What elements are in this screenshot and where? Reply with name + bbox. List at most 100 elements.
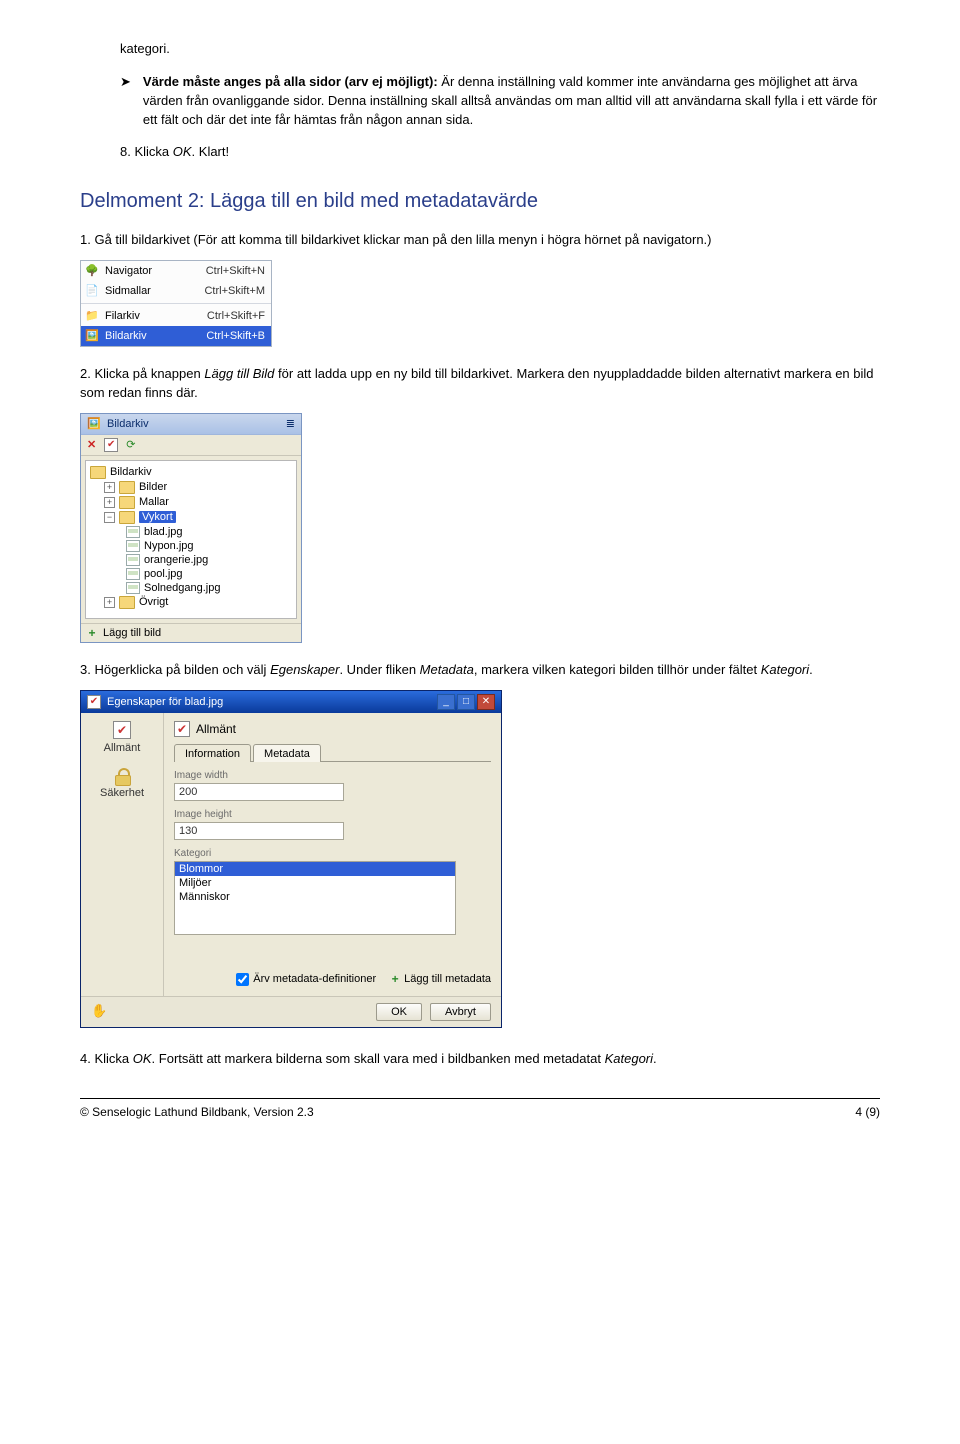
ok-button[interactable]: OK [376,1003,422,1021]
inherit-checkbox[interactable]: Ärv metadata-definitioner [236,973,376,986]
folder-icon [119,496,135,509]
folder-icon [119,511,135,524]
menu-shortcut: Ctrl+Skift+F [207,310,265,322]
step-1: 1. Gå till bildarkivet (För att komma ti… [80,231,880,250]
footer-left: © Senselogic Lathund Bildbank, Version 2… [80,1105,314,1119]
help-icon[interactable] [91,1004,107,1020]
dialog-sidebar: ✔ Allmänt Säkerhet [81,713,164,996]
step8-text: 8. Klicka [120,144,173,159]
dialog-icon: ✔ [87,695,101,709]
dialog-content: ✔ Allmänt Information Metadata Image wid… [164,713,501,996]
kategori-option[interactable]: Blommor [175,862,455,876]
expand-icon[interactable]: + [104,497,115,508]
field-image-height: Image height 130 [174,809,491,840]
tree-root[interactable]: Bildarkiv [90,465,292,480]
navigator-context-menu: 🌳 Navigator Ctrl+Skift+N 📄 Sidmallar Ctr… [80,260,272,347]
refresh-icon[interactable]: ⟳ [126,438,135,452]
tree-file[interactable]: orangerie.jpg [126,553,292,567]
heading-delmoment2: Delmoment 2: Lägga till en bild med meta… [80,190,880,213]
field-kategori: Kategori Blommor Miljöer Människor [174,848,491,935]
minimize-button[interactable]: _ [437,694,455,710]
image-width-input[interactable]: 200 [174,783,344,801]
panel-footer: + Lägg till bild [81,623,301,642]
tree-file[interactable]: Solnedgang.jpg [126,581,292,595]
kategori-option[interactable]: Människor [175,890,455,904]
menu-label: Filarkiv [105,310,201,322]
step-3: 3. Högerklicka på bilden och välj Egensk… [80,661,880,680]
properties-icon[interactable]: ✔ [104,438,118,452]
properties-dialog: ✔ Egenskaper för blad.jpg _ □ ✕ ✔ Allmän… [80,690,502,1028]
cancel-button[interactable]: Avbryt [430,1003,491,1021]
tab-metadata[interactable]: Metadata [253,744,321,762]
text-kategori: kategori. [120,40,880,59]
menu-shortcut: Ctrl+Skift+B [206,330,265,342]
add-icon: + [390,974,400,984]
image-file-icon [126,582,140,594]
step8-ok: OK [173,144,192,159]
step-2: 2. Klicka på knappen Lägg till Bild för … [80,365,880,403]
panel-menu-icon[interactable]: ≣ [286,417,295,430]
tree-file[interactable]: pool.jpg [126,567,292,581]
kategori-listbox[interactable]: Blommor Miljöer Människor [174,861,456,935]
image-archive-icon: 🖼️ [87,417,101,431]
folder-icon [119,481,135,494]
tab-information[interactable]: Information [174,744,251,762]
menu-label: Bildarkiv [105,330,200,342]
expand-icon[interactable]: + [104,482,115,493]
tree-folder-ovrigt[interactable]: + Övrigt [104,595,292,610]
menu-shortcut: Ctrl+Skift+N [206,265,265,277]
menu-label: Sidmallar [105,285,198,297]
navigator-icon: 🌳 [85,264,99,278]
footer-right: 4 (9) [855,1105,880,1119]
image-file-icon [126,568,140,580]
field-image-width: Image width 200 [174,770,491,801]
panel-tree: Bildarkiv + Bilder + Mallar − Vykort bla… [85,460,297,619]
bildarkiv-panel: 🖼️ Bildarkiv ≣ ✕ ✔ ⟳ Bildarkiv + Bilder … [80,413,302,643]
menu-item-navigator[interactable]: 🌳 Navigator Ctrl+Skift+N [81,261,271,281]
close-button[interactable]: ✕ [477,694,495,710]
menu-item-sidmallar[interactable]: 📄 Sidmallar Ctrl+Skift+M [81,281,271,301]
menu-divider [81,303,271,304]
tree-file[interactable]: blad.jpg [126,525,292,539]
delete-icon[interactable]: ✕ [87,438,96,452]
file-archive-icon: 📁 [85,309,99,323]
tree-folder-bilder[interactable]: + Bilder [104,480,292,495]
image-file-icon [126,526,140,538]
panel-titlebar: 🖼️ Bildarkiv ≣ [81,414,301,435]
add-metadata-button[interactable]: + Lägg till metadata [390,973,491,985]
section-heading: ✔ Allmänt [174,721,491,737]
menu-item-filarkiv[interactable]: 📁 Filarkiv Ctrl+Skift+F [81,306,271,326]
step-4: 4. Klicka OK. Fortsätt att markera bilde… [80,1050,880,1069]
sidebar-item-sakerhet[interactable]: Säkerhet [100,768,144,799]
bullet-lead: Värde måste anges på alla sidor (arv ej … [143,74,438,89]
tree-file[interactable]: Nypon.jpg [126,539,292,553]
expand-icon[interactable]: + [104,597,115,608]
add-image-button[interactable]: Lägg till bild [103,627,161,639]
add-icon: + [87,628,97,638]
dialog-title: Egenskaper för blad.jpg [107,696,435,708]
dialog-tabs: Information Metadata [174,743,491,762]
sidebar-item-allmant[interactable]: ✔ Allmänt [104,721,141,754]
lock-icon [115,768,129,784]
maximize-button[interactable]: □ [457,694,475,710]
image-file-icon [126,554,140,566]
tree-folder-vykort[interactable]: − Vykort [104,510,292,525]
image-height-input[interactable]: 130 [174,822,344,840]
folder-icon [119,596,135,609]
general-icon: ✔ [174,721,190,737]
tree-folder-mallar[interactable]: + Mallar [104,495,292,510]
menu-label: Navigator [105,265,200,277]
general-icon: ✔ [113,721,131,739]
menu-shortcut: Ctrl+Skift+M [204,285,265,297]
image-archive-icon: 🖼️ [85,329,99,343]
dialog-buttonbar: OK Avbryt [81,996,501,1027]
page-footer: © Senselogic Lathund Bildbank, Version 2… [80,1098,880,1119]
bullet-item: ➤ Värde måste anges på alla sidor (arv e… [120,73,880,130]
bullet-marker: ➤ [120,73,131,130]
step8-klart: . Klart! [192,144,230,159]
collapse-icon[interactable]: − [104,512,115,523]
menu-item-bildarkiv[interactable]: 🖼️ Bildarkiv Ctrl+Skift+B [81,326,271,346]
kategori-option[interactable]: Miljöer [175,876,455,890]
template-icon: 📄 [85,284,99,298]
panel-toolbar: ✕ ✔ ⟳ [81,435,301,456]
